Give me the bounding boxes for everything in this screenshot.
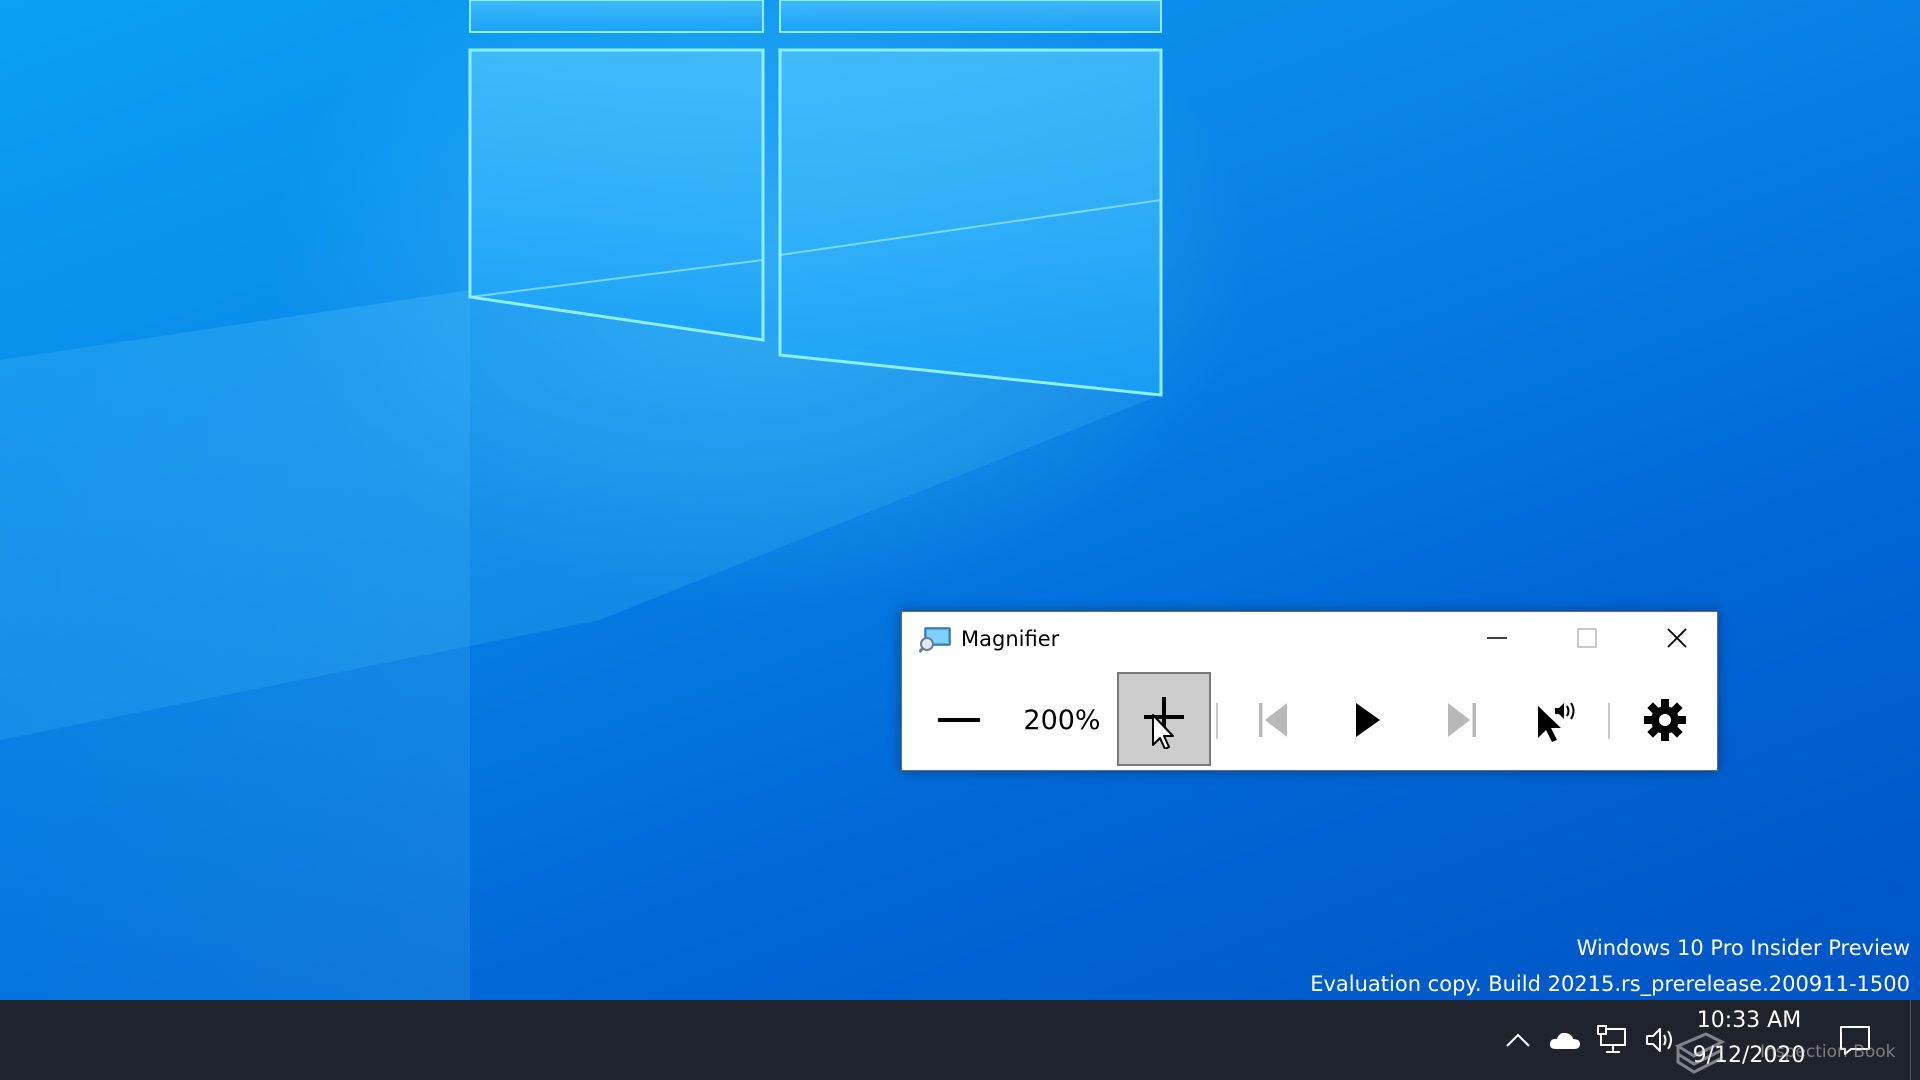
- close-button[interactable]: [1633, 612, 1721, 664]
- skip-previous-icon: [1259, 703, 1287, 737]
- minus-icon: [938, 718, 980, 722]
- zoom-out-button[interactable]: [914, 672, 1004, 768]
- minimize-button[interactable]: [1453, 612, 1541, 664]
- onedrive-tray-button[interactable]: [1542, 1000, 1588, 1080]
- read-from-here-button[interactable]: [1512, 672, 1602, 768]
- build-watermark-line1: Windows 10 Pro Insider Preview: [1576, 936, 1910, 960]
- magnifier-window: Magnifier 200%: [901, 611, 1718, 771]
- onedrive-cloud-icon: [1549, 1032, 1580, 1049]
- toolbar-separator: [1608, 703, 1610, 739]
- play-icon: [1356, 703, 1380, 737]
- settings-button[interactable]: [1620, 672, 1710, 768]
- plus-icon: [1144, 697, 1184, 749]
- brand-watermark: Inspection Book: [1670, 1028, 1920, 1078]
- magnifier-toolbar: 200%: [902, 672, 1717, 768]
- taskbar: 10:33 AM 9/12/2020: [0, 1000, 1920, 1080]
- desktop-background: Windows 10 Pro Insider Preview Evaluatio…: [0, 0, 1920, 1000]
- network-icon: [1597, 1025, 1626, 1053]
- close-icon: [1667, 628, 1687, 648]
- maximize-button[interactable]: [1543, 612, 1631, 664]
- zoom-level: 200%: [1023, 704, 1101, 736]
- magnifier-app-icon: [919, 627, 951, 653]
- window-title: Magnifier: [961, 627, 1060, 651]
- previous-sentence-button[interactable]: [1228, 672, 1318, 768]
- show-hidden-icons-button[interactable]: [1496, 1000, 1540, 1080]
- windows-logo-wallpaper: [0, 0, 1163, 1000]
- toolbar-separator: [1216, 703, 1218, 739]
- build-watermark-line2: Evaluation copy. Build 20215.rs_prerelea…: [1310, 972, 1910, 996]
- pointer-speaker-icon: [1538, 702, 1575, 742]
- minimize-icon: [1487, 637, 1507, 639]
- book-logo-icon: [1674, 1032, 1726, 1074]
- next-sentence-button[interactable]: [1417, 672, 1507, 768]
- network-tray-button[interactable]: [1590, 1000, 1636, 1080]
- gear-icon: [1644, 699, 1686, 741]
- skip-next-icon: [1448, 703, 1476, 737]
- chevron-up-icon: [1506, 1033, 1530, 1047]
- zoom-in-button[interactable]: [1117, 672, 1211, 766]
- brand-watermark-text: Inspection Book: [1760, 1042, 1896, 1062]
- play-button[interactable]: [1322, 672, 1412, 768]
- maximize-icon: [1577, 628, 1597, 648]
- title-bar[interactable]: Magnifier: [902, 612, 1717, 664]
